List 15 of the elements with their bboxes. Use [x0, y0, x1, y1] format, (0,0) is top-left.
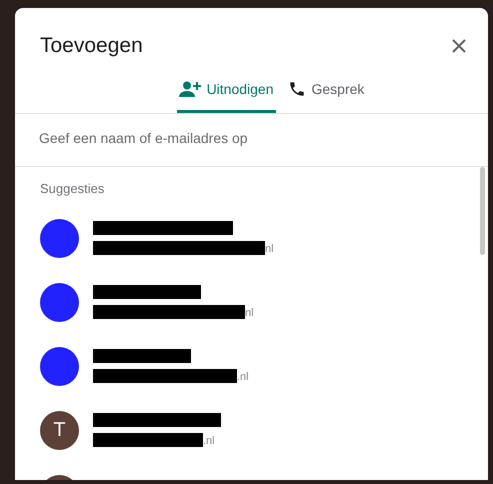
tab[interactable]: Gesprek — [286, 72, 366, 113]
section-heading: Suggesties — [40, 181, 106, 196]
dialog-title: Toevoegen — [40, 34, 143, 58]
scrollbar[interactable] — [480, 167, 485, 255]
email-suffix: nl — [245, 308, 254, 319]
phone-icon — [288, 80, 306, 98]
person-add-icon — [178, 81, 201, 97]
avatar: T — [40, 410, 79, 450]
avatar-placeholder — [40, 218, 79, 258]
avatar-placeholder — [40, 346, 79, 386]
tab[interactable]: Uitnodigen — [176, 72, 276, 113]
email-suffix: .nl — [237, 372, 249, 383]
avatar-placeholder — [40, 282, 79, 322]
email-suffix: nl — [265, 244, 274, 255]
email-suffix: .nl — [203, 436, 215, 447]
